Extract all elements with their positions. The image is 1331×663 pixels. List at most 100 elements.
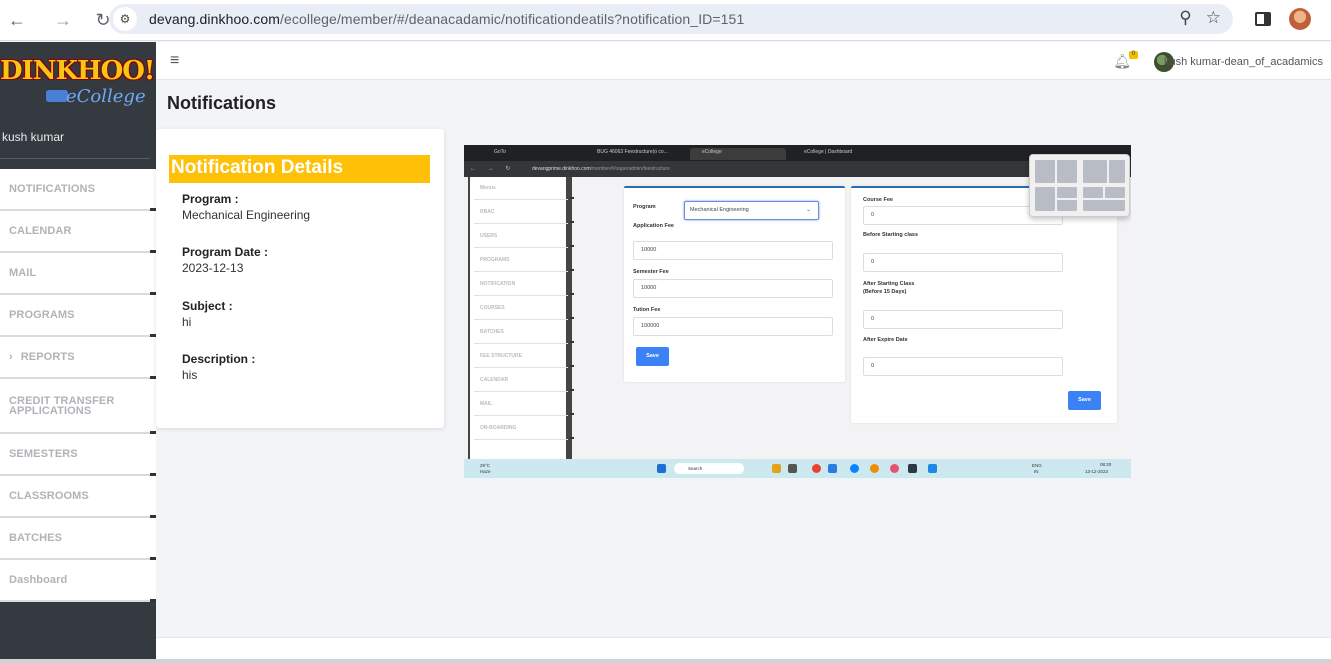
forward-arrow-icon[interactable]: → xyxy=(48,5,78,35)
notification-card: Notification Details Program : Mechanica… xyxy=(156,129,444,428)
shot-after-label: After Starting Class (Before 15 Days) xyxy=(863,281,915,295)
shot-tab: BUG 46063 Feestructure(o co... xyxy=(597,149,668,155)
snap-slot xyxy=(1057,160,1077,183)
shot-weather-desc: Haze xyxy=(480,469,491,474)
shot-expire-label: After Expire Date xyxy=(863,337,908,343)
page-title: Notifications xyxy=(167,93,277,113)
sidebar-item-credit-transfer[interactable]: CREDIT TRANSFER APPLICATIONS xyxy=(0,379,156,434)
url-text[interactable]: devang.dinkhoo.com/ecollege/member/#/dea… xyxy=(149,11,744,27)
shot-fee-form-left: Program Mechanical Engineering ⌄ Applicat… xyxy=(624,186,845,382)
shot-semester-fee-input: 10000 xyxy=(633,279,833,298)
shot-url: devangprime.dinkhoo.com/member/#/superad… xyxy=(532,166,670,172)
app-icon xyxy=(870,464,879,473)
shot-menu-item: PROGRAMS xyxy=(474,249,574,272)
snap-slot xyxy=(1057,200,1077,211)
address-bar[interactable]: ⚙ devang.dinkhoo.com/ecollege/member/#/d… xyxy=(109,4,1233,34)
logo: DINKHOO! eCollege xyxy=(0,56,155,112)
shot-search-box: Search xyxy=(674,463,744,474)
sidebar-item-label: CREDIT TRANSFER APPLICATIONS xyxy=(9,394,115,417)
subject-label: Subject : xyxy=(182,299,233,313)
shot-url-host: devangprime.dinkhoo.com xyxy=(532,166,591,172)
sidebar-item-label: CALENDAR xyxy=(9,225,72,237)
snap-slot xyxy=(1035,187,1055,211)
shot-menu-item: NOTIFICATION xyxy=(474,273,574,296)
zoom-icon[interactable]: ⚲ xyxy=(1179,8,1191,28)
edge-icon xyxy=(850,464,859,473)
app-header: ≡ 🔔︎ 0 kush kumar-dean_of_acadamics xyxy=(156,42,1331,80)
shot-nav-icons: ← → ↻ xyxy=(470,166,516,172)
shot-sidebar: Menus RBAC USERS PROGRAMS NOTIFICATION C… xyxy=(468,177,574,459)
sidebar-item-batches[interactable]: BATCHES xyxy=(0,518,156,560)
card-title: Notification Details xyxy=(169,155,430,183)
shot-tab: eCollege | Dashboard xyxy=(804,149,853,155)
graduation-cap-icon xyxy=(46,90,68,102)
browser-toolbar: ← → ↻ ⚙ devang.dinkhoo.com/ecollege/memb… xyxy=(0,0,1331,41)
shot-save-button: Save xyxy=(1068,391,1101,410)
shot-date: 13-12-2023 xyxy=(1085,469,1109,474)
shot-region: IN xyxy=(1034,469,1039,474)
sidebar-item-label: Dashboard xyxy=(9,574,68,586)
sidebar-item-label: CLASSROOMS xyxy=(9,490,89,502)
program-label: Program : xyxy=(182,192,239,206)
snap-slot xyxy=(1083,187,1103,198)
program-date-value: 2023-12-13 xyxy=(182,261,244,275)
program-value: Mechanical Engineering xyxy=(182,208,311,222)
shot-expire-input: 0 xyxy=(863,357,1063,376)
shot-menu-item: RBAC xyxy=(474,201,574,224)
shot-tuition-fee-input: 100000 xyxy=(633,317,833,336)
snap-slot xyxy=(1035,160,1055,183)
sidebar-item-classrooms[interactable]: CLASSROOMS xyxy=(0,476,156,518)
shot-url-path: /member/#/superadmin/feestructure xyxy=(590,166,670,172)
sidebar-item-notifications[interactable]: NOTIFICATIONS xyxy=(0,169,156,211)
sidebar-divider xyxy=(0,158,150,159)
shot-menu-item: MAIL xyxy=(474,393,574,416)
sidebar-user-name: kush kumar xyxy=(2,130,65,144)
sidebar-item-label: NOTIFICATIONS xyxy=(9,183,96,195)
sidebar: DINKHOO! eCollege kush kumar NOTIFICATIO… xyxy=(0,42,156,663)
shot-course-fee-label: Course Fee xyxy=(863,197,893,203)
app-icon xyxy=(890,464,899,473)
sidebar-item-label: PROGRAMS xyxy=(9,309,75,321)
sidebar-item-programs[interactable]: PROGRAMS xyxy=(0,295,156,337)
side-panel-icon[interactable] xyxy=(1255,12,1271,26)
horizontal-scrollbar[interactable] xyxy=(0,659,1331,663)
logo-sub: eCollege xyxy=(66,86,146,107)
sidebar-item-dashboard[interactable]: Dashboard xyxy=(0,560,156,602)
menu-toggle-icon[interactable]: ≡ xyxy=(170,52,179,70)
back-arrow-icon[interactable]: ← xyxy=(2,5,32,35)
shot-menu-item: FEE STRUCTURE xyxy=(474,345,574,368)
windows-start-icon xyxy=(657,464,666,473)
shot-lang: ENG xyxy=(1032,463,1042,468)
shot-menu-item: ON-BOARDING xyxy=(474,417,574,440)
shot-search-text: Search xyxy=(688,466,703,471)
url-host: devang.dinkhoo.com xyxy=(149,11,280,27)
shot-program-select: Mechanical Engineering ⌄ xyxy=(684,201,819,220)
header-user-name[interactable]: kush kumar-dean_of_acadamics xyxy=(1164,56,1323,68)
snap-slot xyxy=(1109,160,1125,183)
sidebar-item-mail[interactable]: MAIL xyxy=(0,253,156,295)
bookmark-star-icon[interactable]: ☆ xyxy=(1206,8,1221,28)
subject-value: hi xyxy=(182,315,192,329)
app-icon xyxy=(828,464,837,473)
shot-tuition-fee-label: Tution Fee xyxy=(633,307,661,313)
app-icon xyxy=(928,464,937,473)
shot-body: Menus RBAC USERS PROGRAMS NOTIFICATION C… xyxy=(464,177,1131,459)
shot-taskbar: 29°C Haze Search ENG IN 08:20 13-12-2023 xyxy=(464,459,1131,478)
attachment-screenshot: GoTo BUG 46063 Feestructure(o co... eCol… xyxy=(464,145,1131,478)
logo-main: DINKHOO! xyxy=(0,56,155,86)
snap-slot xyxy=(1105,187,1125,198)
shot-application-fee-input: 10000 xyxy=(633,241,833,260)
sidebar-item-label: REPORTS xyxy=(20,351,75,363)
site-info-icon[interactable]: ⚙ xyxy=(113,7,137,31)
snap-slot xyxy=(1057,187,1077,198)
profile-avatar[interactable] xyxy=(1289,8,1311,30)
sidebar-item-semesters[interactable]: SEMESTERS xyxy=(0,434,156,476)
url-path: /ecollege/member/#/deanacadamic/notifica… xyxy=(280,11,745,27)
shot-application-fee-label: Application Fee xyxy=(633,223,674,229)
sidebar-item-calendar[interactable]: CALENDAR xyxy=(0,211,156,253)
shot-fee-form-right: Course Fee 0 Before Starting class 0 Aft… xyxy=(851,186,1117,423)
sidebar-item-reports[interactable]: › REPORTS xyxy=(0,337,156,379)
sidebar-item-label: BATCHES xyxy=(9,532,63,544)
shot-chevron-down-icon: ⌄ xyxy=(805,207,811,213)
sidebar-item-label: MAIL xyxy=(9,267,37,279)
